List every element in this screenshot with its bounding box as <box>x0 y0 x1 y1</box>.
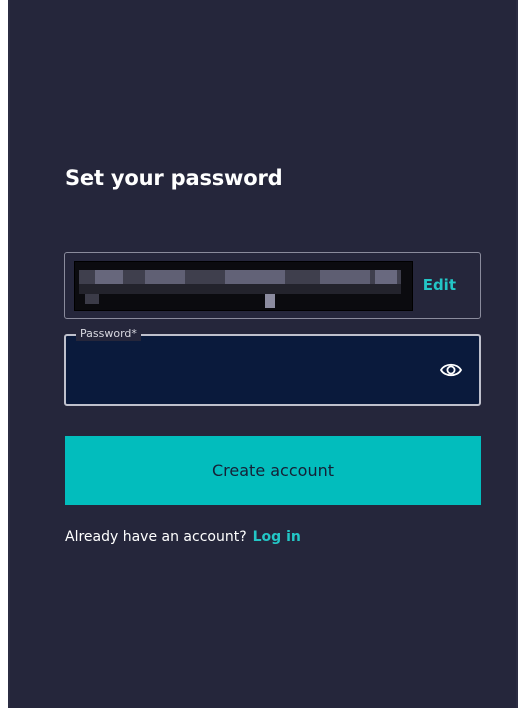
edit-email-link[interactable]: Edit <box>423 276 456 294</box>
login-link[interactable]: Log in <box>253 529 301 545</box>
password-field[interactable]: Password* <box>64 327 481 406</box>
eye-icon[interactable] <box>439 360 463 380</box>
page-title: Set your password <box>65 166 283 190</box>
password-label: Password* <box>76 327 141 341</box>
redacted-email-image <box>74 261 413 311</box>
login-prompt-text: Already have an account? <box>65 529 247 545</box>
signup-panel: Set your password Edit Password* Create … <box>8 0 518 708</box>
login-prompt-row: Already have an account? Log in <box>65 529 301 545</box>
create-account-button[interactable]: Create account <box>65 436 481 505</box>
email-field: Edit <box>64 252 481 319</box>
password-input[interactable] <box>78 354 432 388</box>
